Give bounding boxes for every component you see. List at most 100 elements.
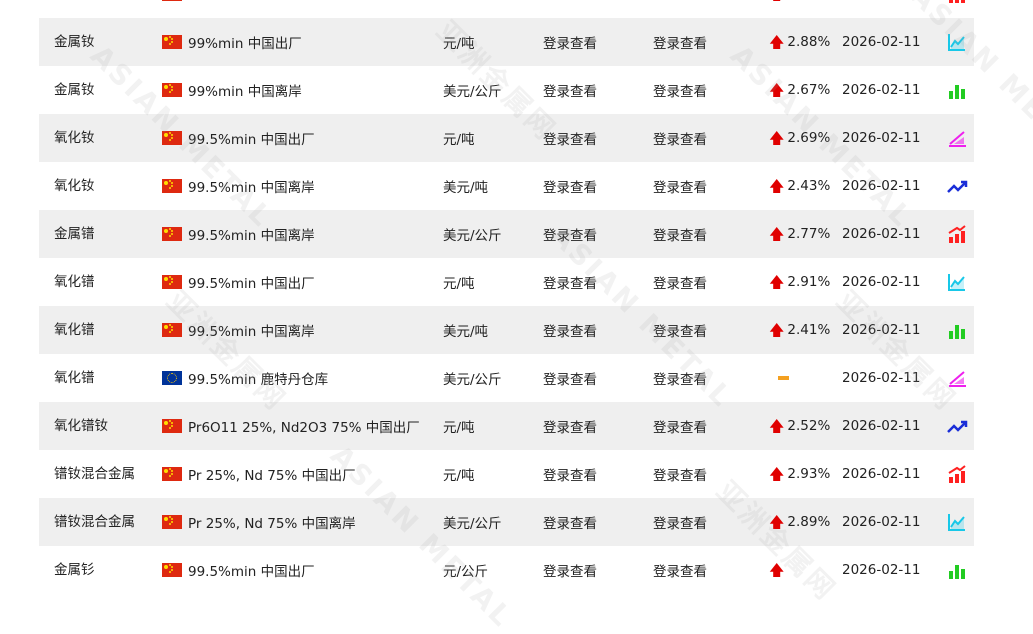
- eu-flag-icon: [162, 371, 182, 385]
- chart-cell: [946, 258, 968, 306]
- date-cell: 2026-02-11: [842, 514, 921, 530]
- date-cell: 2026-02-11: [842, 82, 921, 98]
- china-flag-icon: [162, 83, 182, 97]
- line-area-icon[interactable]: [946, 511, 968, 533]
- up-arrow-icon: 🡅: [769, 224, 785, 243]
- product-name: 氧化镨: [54, 273, 95, 290]
- login-to-view-link[interactable]: 登录查看: [653, 162, 707, 210]
- product-name: 氧化镨: [54, 369, 95, 386]
- login-to-view-link[interactable]: 登录查看: [543, 114, 597, 162]
- unit-cell: 美元/公斤: [443, 84, 502, 100]
- change-cell: 🡅 2.52%: [769, 402, 830, 450]
- spec-text: 99%min 中国离岸: [188, 84, 302, 100]
- trend-line-icon[interactable]: [946, 175, 968, 197]
- change-value: 2.43%: [787, 178, 831, 194]
- china-flag-icon: [162, 131, 182, 145]
- spec-text: 99.5%min 中国出厂: [188, 276, 315, 292]
- unit-cell: 美元/吨: [443, 180, 489, 196]
- login-to-view-link[interactable]: 登录查看: [653, 546, 707, 594]
- spec-text: Pr6O11 25%, Nd2O3 75% 中国出厂: [188, 420, 420, 436]
- date-cell: 2026-02-11: [842, 322, 921, 338]
- spec-text: 99.5%min 中国离岸: [188, 324, 315, 340]
- login-to-view-link[interactable]: 登录查看: [543, 162, 597, 210]
- spec-cell: Pr6O11 25%, Nd2O3 75% 中国出厂: [162, 402, 420, 450]
- unit-cell: 元/吨: [443, 132, 475, 148]
- login-to-view-link[interactable]: 登录查看: [653, 66, 707, 114]
- login-to-view-link[interactable]: 登录查看: [543, 546, 597, 594]
- bar-rise-icon[interactable]: [946, 0, 968, 5]
- product-name: 氧化钕: [54, 177, 95, 194]
- login-to-view-link[interactable]: 登录查看: [653, 18, 707, 66]
- spec-cell: [162, 0, 188, 18]
- login-to-view-link[interactable]: 登录查看: [543, 210, 597, 258]
- login-to-view-link[interactable]: 登录查看: [543, 18, 597, 66]
- login-to-view-link[interactable]: 登录查看: [653, 210, 707, 258]
- line-area-icon[interactable]: [946, 31, 968, 53]
- chart-cell: [946, 210, 968, 258]
- login-to-view-link[interactable]: 登录查看: [653, 306, 707, 354]
- login-to-view-link[interactable]: 登录查看: [543, 498, 597, 546]
- up-arrow-icon: 🡅: [769, 416, 785, 435]
- spec-text: 99.5%min 中国出厂: [188, 564, 315, 580]
- login-to-view-link[interactable]: 登录查看: [653, 450, 707, 498]
- login-to-view-link[interactable]: 登录查看: [543, 258, 597, 306]
- date-cell: 2026-02-11: [842, 274, 921, 290]
- spec-cell: 99.5%min 中国出厂: [162, 114, 315, 162]
- unit-cell: 美元/吨: [443, 324, 489, 340]
- spec-cell: 99.5%min 中国离岸: [162, 306, 315, 354]
- bar-chart-icon[interactable]: [946, 319, 968, 341]
- product-name: 金属钕: [54, 81, 95, 98]
- unit-cell: 美元/公斤: [443, 516, 502, 532]
- spec-cell: 99.5%min 鹿特丹仓库: [162, 354, 328, 402]
- bar-rise-icon[interactable]: [946, 223, 968, 245]
- unit-cell: 元/吨: [443, 420, 475, 436]
- login-to-view-link[interactable]: 登录查看: [543, 306, 597, 354]
- table-row: 金属钐 99.5%min 中国出厂 元/公斤 登录查看 登录查看 🡅 2026-02-11: [39, 546, 974, 594]
- up-arrow-icon: 🡅: [769, 512, 785, 531]
- login-to-view-link[interactable]: 登录查看: [653, 258, 707, 306]
- change-value: 2.89%: [787, 514, 831, 530]
- china-flag-icon: [162, 419, 182, 433]
- change-value: 2.67%: [787, 82, 831, 98]
- change-value: 2.93%: [787, 466, 831, 482]
- table-row: 氧化镨 99.5%min 中国离岸 美元/吨 登录查看 登录查看 🡅 2.41% 2026-0…: [39, 306, 974, 354]
- table-row: 金属镨 99.5%min 中国离岸 美元/公斤 登录查看 登录查看 🡅 2.77% 2026-…: [39, 210, 974, 258]
- china-flag-icon: [162, 227, 182, 241]
- table-row: 氧化镨 99.5%min 中国出厂 元/吨 登录查看 登录查看 🡅 2.91% 2026-02…: [39, 258, 974, 306]
- bar-rise-icon[interactable]: [946, 463, 968, 485]
- login-to-view-link[interactable]: 登录查看: [653, 114, 707, 162]
- up-arrow-icon: 🡅: [769, 128, 785, 147]
- login-to-view-link[interactable]: 登录查看: [653, 354, 707, 402]
- login-to-view-link[interactable]: 登录查看: [543, 450, 597, 498]
- unit-cell: 元/吨: [443, 276, 475, 292]
- area-chart-icon[interactable]: [946, 367, 968, 389]
- date-cell: 2026-02-11: [842, 226, 921, 242]
- change-cell: 🡅: [769, 546, 787, 594]
- login-to-view-link[interactable]: 登录查看: [543, 354, 597, 402]
- chart-cell: [946, 66, 968, 114]
- spec-cell: 99%min 中国离岸: [162, 66, 302, 114]
- login-to-view-link[interactable]: 登录查看: [653, 498, 707, 546]
- change-cell: 🡅 2.67%: [769, 66, 830, 114]
- login-to-view-link[interactable]: 登录查看: [543, 402, 597, 450]
- unit-cell: 美元/公斤: [443, 372, 502, 388]
- line-area-icon[interactable]: [946, 271, 968, 293]
- product-name: 金属钐: [54, 561, 95, 578]
- trend-line-icon[interactable]: [946, 415, 968, 437]
- spec-text: 99.5%min 中国出厂: [188, 132, 315, 148]
- bar-chart-icon[interactable]: [946, 559, 968, 581]
- change-cell: 🡅: [769, 0, 787, 18]
- table-row: 氧化镨 99.5%min 鹿特丹仓库 美元/公斤 登录查看 登录查看 2026-02-11: [39, 354, 974, 402]
- change-value: 2.77%: [787, 226, 831, 242]
- bar-chart-icon[interactable]: [946, 79, 968, 101]
- table-row: 金属钕 99%min 中国出厂 元/吨 登录查看 登录查看 🡅 2.88% 2026-02-1…: [39, 18, 974, 66]
- login-to-view-link[interactable]: 登录查看: [653, 402, 707, 450]
- flat-dash-icon: [778, 376, 789, 380]
- login-to-view-link[interactable]: 登录查看: [543, 66, 597, 114]
- area-chart-icon[interactable]: [946, 127, 968, 149]
- china-flag-icon: [162, 275, 182, 289]
- up-arrow-icon: 🡅: [769, 0, 784, 2]
- chart-cell: [946, 114, 968, 162]
- spec-cell: 99.5%min 中国离岸: [162, 210, 315, 258]
- unit-cell: 元/吨: [443, 468, 475, 484]
